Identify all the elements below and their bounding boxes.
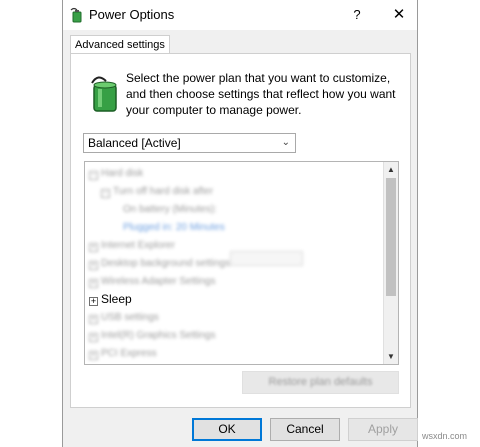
power-options-dialog: Power Options ? ✕ Advanced settings Sele… [62,0,418,447]
scroll-down-icon[interactable]: ▼ [384,349,398,364]
tree-item-desktop-background[interactable]: + Desktop background settings [89,256,230,272]
collapse-icon[interactable]: − [89,171,98,180]
tree-item-plugged-in[interactable]: Plugged in: 20 Minutes [123,220,225,236]
expand-icon[interactable]: + [89,333,98,342]
scroll-up-icon[interactable]: ▲ [384,162,398,177]
tree-item-label: Sleep [101,292,132,306]
restore-plan-defaults-button[interactable]: Restore plan defaults [242,371,399,394]
collapse-icon[interactable]: − [101,189,110,198]
expand-icon[interactable]: + [89,315,98,324]
window-title: Power Options [89,7,175,22]
watermark: wsxdn.com [422,431,468,441]
tree-item-label: On battery (Minutes): [123,204,217,215]
scroll-thumb[interactable] [386,178,396,296]
cancel-button[interactable]: Cancel [270,418,340,441]
apply-button[interactable]: Apply [348,418,418,441]
tree-item-label: Internet Explorer [101,240,175,251]
title-bar: Power Options ? ✕ [63,0,417,30]
plan-description: Select the power plan that you want to c… [126,71,396,117]
tree-item-label: Plugged in: 20 Minutes [123,222,225,233]
power-options-icon [70,7,82,23]
tree-item-internet-explorer[interactable]: + Internet Explorer [89,238,175,254]
tree-item-hard-disk[interactable]: − Hard disk [89,166,143,182]
settings-tree: − Hard disk − Turn off hard disk after On … [84,161,399,365]
tree-item-label: Hard disk [101,168,144,179]
tree-item-on-battery: On battery (Minutes): [123,202,217,218]
tree-item-label: USB settings [101,312,159,323]
tree-item-usb-settings[interactable]: + USB settings [89,310,159,326]
power-plan-dropdown[interactable]: Balanced [Active] ⌄ [83,133,296,153]
expand-icon[interactable]: + [89,297,98,306]
tree-item-sleep[interactable]: + Sleep [89,291,132,307]
plan-select-value: Balanced [Active] [88,136,181,150]
ok-button[interactable]: OK [192,418,262,441]
expand-icon[interactable]: + [89,351,98,360]
on-battery-minutes-input[interactable] [230,251,303,266]
tree-item-wireless-adapter[interactable]: + Wireless Adapter Settings [89,274,216,290]
expand-icon[interactable]: + [89,261,98,270]
tree-scrollbar[interactable]: ▲ ▼ [383,162,398,364]
chevron-down-icon: ⌄ [281,137,290,148]
close-button[interactable]: ✕ [389,5,409,25]
tree-item-label: Wireless Adapter Settings [101,276,216,287]
expand-icon[interactable]: + [89,279,98,288]
battery-plan-icon [91,76,117,112]
tree-item-label: PCI Express [101,348,157,359]
tree-item-label: Intel(R) Graphics Settings [101,330,216,341]
help-button[interactable]: ? [347,5,367,25]
expand-icon[interactable]: + [89,243,98,252]
tree-item-label: Turn off hard disk after [113,186,214,197]
tree-item-graphics-settings[interactable]: + Intel(R) Graphics Settings [89,328,216,344]
tree-item-label: Desktop background settings [101,258,230,269]
advanced-settings-panel: Select the power plan that you want to c… [70,53,411,408]
tree-item-turn-off-hard-disk[interactable]: − Turn off hard disk after [101,184,213,200]
tab-advanced-settings[interactable]: Advanced settings [70,35,170,54]
tree-item-pci-express[interactable]: + PCI Express [89,346,157,362]
